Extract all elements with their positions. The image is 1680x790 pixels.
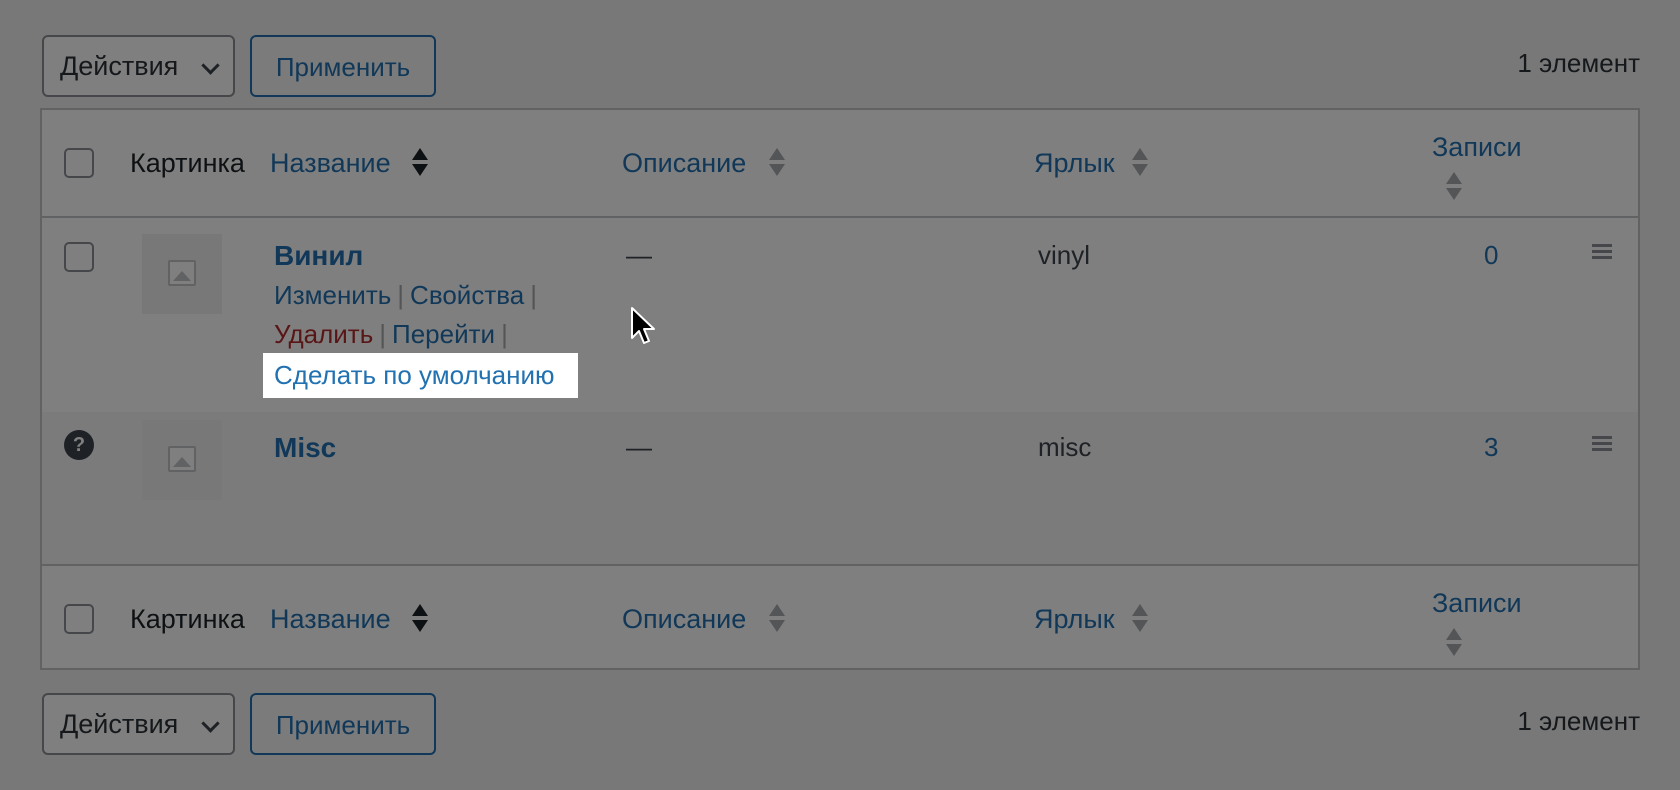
tablenav-top: Действия Применить 1 элемент <box>42 35 1640 99</box>
bulk-actions-select-bottom[interactable]: Действия <box>42 693 235 755</box>
slug-cell: misc <box>1038 432 1092 462</box>
table-header: Картинка Название Описание Ярлык Записи <box>42 110 1638 218</box>
count-link[interactable]: 3 <box>1484 432 1498 463</box>
row-actions: Изменить | Свойства | Удалить | Перейти | <box>274 280 537 349</box>
sort-arrows-icon[interactable] <box>412 148 428 178</box>
image-placeholder-icon <box>168 446 196 472</box>
sort-arrows-icon[interactable] <box>1132 148 1148 178</box>
help-icon[interactable]: ? <box>64 430 94 460</box>
mouse-cursor-icon <box>631 307 655 344</box>
apply-button[interactable]: Применить <box>250 35 436 97</box>
sort-arrows-icon[interactable] <box>1132 604 1148 634</box>
item-count: 1 элемент <box>1517 706 1640 736</box>
bulk-actions-label: Действия <box>60 709 179 739</box>
apply-button-bottom[interactable]: Применить <box>250 693 436 755</box>
term-name-link[interactable]: Misc <box>274 432 336 464</box>
column-slug-sort[interactable]: Ярлык <box>1034 604 1115 635</box>
column-name-sort[interactable]: Название <box>270 148 391 179</box>
select-all-checkbox[interactable] <box>64 148 94 178</box>
chevron-down-icon <box>201 56 220 75</box>
item-count: 1 элемент <box>1517 48 1640 78</box>
view-link[interactable]: Перейти <box>392 319 495 349</box>
description-cell: — <box>626 432 652 462</box>
sort-arrows-icon[interactable] <box>769 604 785 634</box>
table-row: ? Misc — misc 3 <box>42 412 1638 564</box>
column-name-sort[interactable]: Название <box>270 604 391 635</box>
terms-list-page: Действия Применить 1 элемент Картинка На… <box>0 0 1680 790</box>
chevron-down-icon <box>201 714 220 733</box>
make-default-link[interactable]: Сделать по умолчанию <box>263 353 578 398</box>
column-count-sort[interactable]: Записи <box>1432 132 1522 163</box>
select-all-checkbox-footer[interactable] <box>64 604 94 634</box>
sort-arrows-icon[interactable] <box>1446 172 1462 202</box>
sort-arrows-icon[interactable] <box>412 604 428 634</box>
table-footer: Картинка Название Описание Ярлык Записи <box>42 564 1638 672</box>
term-thumbnail <box>142 420 222 500</box>
column-count-sort[interactable]: Записи <box>1432 588 1522 619</box>
row-checkbox[interactable] <box>64 242 94 272</box>
column-image: Картинка <box>130 604 245 634</box>
column-image: Картинка <box>130 148 245 178</box>
sort-arrows-icon[interactable] <box>769 148 785 178</box>
quick-edit-link[interactable]: Свойства <box>410 280 524 310</box>
drag-handle-icon[interactable] <box>1592 436 1612 451</box>
count-link[interactable]: 0 <box>1484 240 1498 271</box>
edit-link[interactable]: Изменить <box>274 280 391 310</box>
term-name-link[interactable]: Винил <box>274 240 363 272</box>
bulk-actions-label: Действия <box>60 51 179 81</box>
slug-cell: vinyl <box>1038 240 1091 270</box>
column-description-sort[interactable]: Описание <box>622 148 746 179</box>
column-description-sort[interactable]: Описание <box>622 604 746 635</box>
image-placeholder-icon <box>168 260 196 286</box>
tablenav-bottom: Действия Применить 1 элемент <box>42 693 1640 757</box>
column-slug-sort[interactable]: Ярлык <box>1034 148 1115 179</box>
description-cell: — <box>626 240 652 270</box>
bulk-actions-select[interactable]: Действия <box>42 35 235 97</box>
drag-handle-icon[interactable] <box>1592 244 1612 259</box>
term-thumbnail <box>142 234 222 314</box>
sort-arrows-icon[interactable] <box>1446 628 1462 658</box>
delete-link[interactable]: Удалить <box>274 319 373 349</box>
